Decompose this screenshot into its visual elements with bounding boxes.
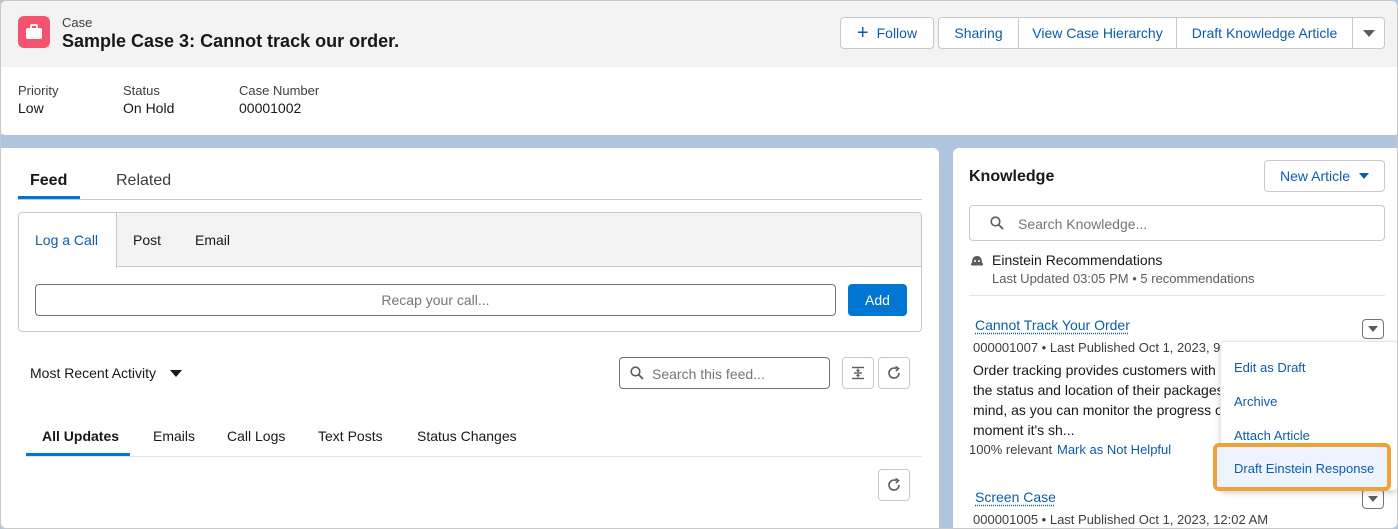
knowledge-divider [969, 295, 1385, 296]
page-title: Sample Case 3: Cannot track our order. [62, 31, 400, 51]
feed-panel: Feed Related Log a Call Post Email Add M… [1, 148, 939, 528]
refresh-icon [888, 365, 900, 379]
chevron-down-icon [1362, 29, 1375, 37]
feed-search-box[interactable] [619, 357, 830, 389]
case-number-value: 00001002 [239, 100, 302, 116]
tab-feed[interactable]: Feed [30, 172, 67, 190]
knowledge-search-box[interactable] [969, 205, 1385, 241]
new-article-label: New Article [1279, 168, 1351, 184]
subtab-call-logs[interactable]: Call Logs [227, 428, 285, 444]
knowledge-search-input[interactable] [1018, 214, 1368, 234]
subtab-all-updates[interactable]: All Updates [42, 428, 119, 444]
article-meta: 000001007 • Last Published Oct 1, 2023, … [973, 340, 1221, 355]
article-meta: 000001005 • Last Published Oct 1, 2023, … [973, 512, 1269, 527]
follow-button[interactable]: + Follow [840, 17, 934, 49]
article-relevance: 100% relevant [969, 442, 1053, 457]
article-snippet-line: the status and location of their package… [973, 382, 1223, 398]
refresh-updates-button[interactable] [878, 469, 910, 501]
object-label: Case [62, 15, 93, 30]
sharing-button[interactable]: Sharing [938, 17, 1019, 49]
subtab-emails[interactable]: Emails [153, 428, 195, 444]
menu-item-draft-einstein-response[interactable]: Draft Einstein Response [1234, 461, 1374, 476]
article-title-link[interactable]: Screen Case [975, 489, 1056, 505]
activity-filter-dropdown[interactable]: Most Recent Activity [30, 365, 183, 381]
refresh-feed-button[interactable] [878, 357, 910, 389]
einstein-recommendations-title: Einstein Recommendations [992, 252, 1163, 268]
activity-filter-label: Most Recent Activity [30, 365, 157, 381]
article-actions-button[interactable] [1362, 319, 1384, 339]
menu-item-archive[interactable]: Archive [1234, 394, 1277, 409]
case-number-label: Case Number [239, 83, 320, 98]
article-snippet-line: Order tracking provides customers with r [973, 362, 1223, 378]
subtab-text-posts[interactable]: Text Posts [318, 428, 383, 444]
new-article-button[interactable]: New Article [1264, 160, 1385, 192]
view-case-hierarchy-button[interactable]: View Case Hierarchy [1018, 17, 1177, 49]
article-snippet-line: moment it's sh... [973, 422, 1075, 438]
tab-related[interactable]: Related [116, 172, 171, 190]
menu-item-attach-article[interactable]: Attach Article [1234, 428, 1310, 443]
tab-log-a-call[interactable]: Log a Call [35, 232, 98, 248]
subtab-divider [26, 456, 922, 457]
chevron-down-icon [1359, 173, 1370, 179]
priority-label: Priority [18, 83, 59, 98]
menu-item-edit-as-draft[interactable]: Edit as Draft [1234, 360, 1306, 375]
knowledge-title: Knowledge [969, 168, 1055, 185]
more-actions-button[interactable] [1352, 17, 1385, 49]
plus-icon: + [856, 22, 869, 44]
article-actions-button[interactable] [1362, 489, 1384, 509]
status-value: On Hold [123, 100, 175, 116]
article-snippet-line: mind, as you can monitor the progress of [973, 402, 1223, 418]
subtab-status-changes[interactable]: Status Changes [417, 428, 517, 444]
chevron-down-icon [1368, 496, 1378, 502]
draft-knowledge-article-button[interactable]: Draft Knowledge Article [1176, 17, 1353, 49]
briefcase-icon [18, 16, 50, 48]
record-header: Case Sample Case 3: Cannot track our ord… [1, 1, 1397, 135]
einstein-icon [971, 256, 983, 266]
einstein-recommendations-subtitle: Last Updated 03:05 PM • 5 recommendation… [992, 271, 1255, 286]
feed-search-input[interactable] [652, 364, 822, 384]
collapse-all-button[interactable] [842, 357, 874, 389]
follow-label: Follow [876, 25, 918, 41]
article-title-link[interactable]: Cannot Track Your Order [975, 317, 1130, 333]
search-icon [990, 216, 1004, 230]
collapse-icon [852, 366, 864, 380]
mark-not-helpful-link[interactable]: Mark as Not Helpful [1057, 442, 1171, 457]
app-frame: Case Sample Case 3: Cannot track our ord… [0, 0, 1398, 529]
header-highlights [1, 67, 1397, 135]
priority-value: Low [18, 100, 44, 116]
chevron-down-icon [1368, 326, 1378, 332]
tab-divider [18, 199, 922, 200]
tab-post[interactable]: Post [133, 232, 161, 248]
recap-call-input[interactable] [35, 284, 836, 316]
tab-email[interactable]: Email [195, 232, 230, 248]
search-icon [630, 366, 644, 380]
publisher: Log a Call Post Email Add [18, 212, 922, 332]
chevron-down-icon [170, 369, 183, 377]
article-snippet: Order tracking provides customers with r… [973, 360, 1223, 440]
add-button[interactable]: Add [848, 284, 907, 316]
status-label: Status [123, 83, 160, 98]
refresh-icon [888, 477, 900, 491]
